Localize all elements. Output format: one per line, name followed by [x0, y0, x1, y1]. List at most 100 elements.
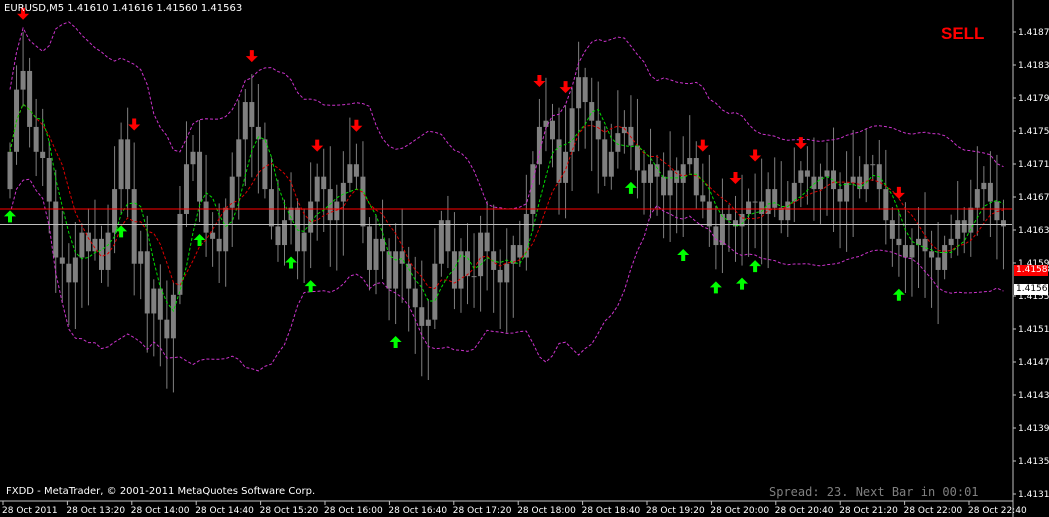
candle-body [465, 251, 471, 277]
candle-body [1000, 220, 1006, 227]
sell-arrow-icon [245, 50, 258, 63]
price-chart[interactable]: 1.41875 1.41835 1.41795 1.41755 1.41715 1.416… [0, 0, 1049, 517]
time-tick-label: 28 Oct 14:00 [131, 506, 190, 516]
candle-body [340, 182, 346, 202]
candle-body [680, 164, 686, 183]
candle-body [654, 164, 660, 177]
candle-body [870, 164, 876, 166]
candle-body [438, 220, 444, 264]
candle-body [105, 232, 111, 270]
candle-body [125, 139, 131, 190]
candle-body [131, 189, 137, 264]
time-tick-label: 28 Oct 20:40 [775, 506, 834, 516]
sell-arrow-icon [749, 149, 762, 162]
price-tick-label: 1.41875 [1018, 28, 1049, 38]
candle-body [536, 126, 542, 165]
candle-body [72, 257, 78, 283]
candle-body [347, 164, 353, 183]
candle-body [412, 288, 418, 308]
candle-body [902, 245, 908, 258]
candle-body [615, 133, 621, 152]
candle-body [981, 182, 987, 190]
candle-body [59, 257, 65, 264]
price-tick-label: 1.41835 [1018, 61, 1049, 71]
time-tick-label: 28 Oct 18:40 [582, 506, 641, 516]
candle-body [517, 245, 523, 258]
candle-body [948, 238, 954, 246]
candle-body [46, 158, 52, 202]
candle-body [229, 176, 235, 208]
candle-body [138, 251, 144, 264]
buy-arrow-icon [4, 210, 16, 223]
time-tick-label: 28 Oct 14:40 [195, 506, 254, 516]
candle-body [752, 201, 758, 203]
candle-body [366, 226, 372, 270]
candle-body [706, 201, 712, 227]
candle-body [700, 195, 706, 202]
sell-arrow-icon [559, 81, 572, 94]
buy-arrow-icon [389, 336, 402, 349]
candle-body [549, 120, 555, 140]
candle-body [798, 170, 804, 183]
candle-body [942, 245, 948, 270]
candle-body [922, 238, 928, 252]
candle-body [223, 207, 229, 252]
time-tick-label: 28 Oct 20:00 [710, 506, 769, 516]
time-tick-label: 28 Oct 2011 [2, 506, 58, 516]
candle-body [504, 263, 510, 283]
price-tick-label: 1.41715 [1018, 160, 1049, 170]
candle-body [79, 232, 85, 258]
candle-body [648, 164, 654, 183]
buy-arrow-icon [624, 181, 637, 194]
candle-body [909, 245, 915, 258]
candle-body [759, 201, 765, 214]
candle-body [608, 151, 614, 177]
candle-body [713, 226, 719, 246]
candle-body [987, 182, 993, 202]
candle-body [308, 201, 314, 233]
candle-body [432, 263, 438, 320]
sell-arrow-icon [533, 74, 546, 87]
time-tick-label: 28 Oct 22:00 [904, 506, 963, 516]
candle-body [687, 158, 693, 165]
candle-body [380, 238, 386, 252]
candle-body [772, 189, 778, 208]
candle-body [275, 226, 281, 246]
candle-body [471, 276, 477, 278]
chart-header: EURUSD,M5 1.41610 1.41616 1.41560 1.4156… [4, 3, 243, 14]
candle-body [118, 139, 124, 190]
chart-window[interactable]: 1.41875 1.41835 1.41795 1.41755 1.41715 1.416… [0, 0, 1049, 517]
candle-body [883, 189, 889, 221]
candle-body [804, 170, 810, 177]
candle-body [863, 164, 869, 190]
price-tick-label: 1.41435 [1018, 391, 1049, 401]
candle-body [197, 151, 203, 202]
time-tick-label: 28 Oct 18:00 [517, 506, 576, 516]
candle-body [419, 307, 425, 326]
candle-body [634, 145, 640, 171]
candle-body [837, 189, 843, 202]
candle-body [896, 238, 902, 246]
candle-body [478, 232, 484, 277]
candle-body [667, 170, 673, 196]
price-tick-label: 1.41395 [1018, 424, 1049, 434]
candle-body [27, 70, 33, 127]
candle-body [282, 220, 288, 246]
time-tick-label: 28 Oct 16:40 [388, 506, 447, 516]
candle-body [190, 151, 196, 165]
candle-body [170, 294, 176, 339]
candle-body [268, 189, 274, 227]
candle-body [144, 251, 150, 314]
candle-body [510, 245, 516, 264]
candle-body [236, 139, 242, 177]
candle-body [746, 201, 752, 214]
buy-arrow-icon [304, 280, 317, 293]
time-tick-label: 28 Oct 16:00 [324, 506, 383, 516]
candle-body [406, 263, 412, 289]
candle-body [844, 182, 850, 202]
candle-body [458, 251, 464, 289]
candle-body [955, 220, 961, 239]
candle-body [497, 269, 503, 283]
candle-body [929, 251, 935, 258]
candle-body [321, 176, 327, 190]
